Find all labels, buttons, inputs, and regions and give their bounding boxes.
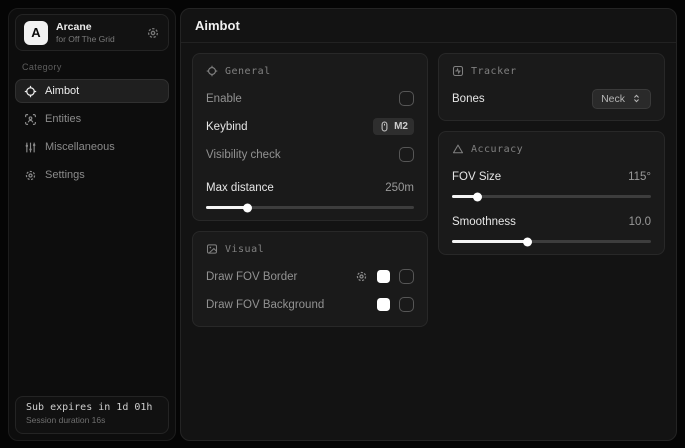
keybind-label: Keybind: [206, 121, 248, 133]
fov-background-color-swatch[interactable]: [377, 298, 390, 311]
scan-person-icon: [24, 113, 37, 126]
keybind-button[interactable]: M2: [373, 118, 414, 135]
general-card: General Enable Keybind M2: [192, 53, 428, 221]
card-title: Tracker: [471, 66, 517, 77]
sidebar-item-label: Entities: [45, 113, 81, 125]
visibility-check-label: Visibility check: [206, 149, 281, 161]
app-name: Arcane: [56, 21, 138, 34]
fov-background-label: Draw FOV Background: [206, 299, 324, 311]
main-panel: Aimbot General Enable Ke: [180, 8, 677, 441]
image-icon: [206, 243, 218, 255]
bones-value: Neck: [601, 93, 625, 105]
tracker-card: Tracker Bones Neck: [438, 53, 665, 121]
visual-card: Visual Draw FOV Border: [192, 231, 428, 327]
app-subtitle: for Off The Grid: [56, 34, 138, 45]
mouse-icon: [379, 121, 390, 132]
sidebar-item-entities[interactable]: Entities: [15, 107, 169, 131]
bones-select[interactable]: Neck: [592, 89, 651, 109]
app-logo: A: [24, 21, 48, 45]
fov-border-checkbox[interactable]: [399, 269, 414, 284]
fov-size-value: 115°: [628, 171, 651, 183]
max-distance-slider[interactable]: [206, 206, 414, 209]
category-label: Category: [22, 62, 175, 72]
chevrons-up-down-icon: [631, 93, 642, 104]
sliders-icon: [24, 141, 37, 154]
sidebar-item-label: Aimbot: [45, 85, 79, 97]
subscription-card: Sub expires in 1d 01h Session duration 1…: [15, 396, 169, 434]
triangle-icon: [452, 143, 464, 155]
sidebar-item-aimbot[interactable]: Aimbot: [15, 79, 169, 103]
fov-border-label: Draw FOV Border: [206, 271, 297, 283]
crosshair-icon: [24, 85, 37, 98]
bones-label: Bones: [452, 93, 485, 105]
brand-card: A Arcane for Off The Grid: [15, 14, 169, 51]
max-distance-value: 250m: [385, 182, 414, 194]
visibility-check-checkbox[interactable]: [399, 147, 414, 162]
card-title: Visual: [225, 244, 264, 255]
slider-thumb[interactable]: [523, 237, 532, 246]
activity-icon: [452, 65, 464, 77]
sub-expires-text: Sub expires in 1d 01h: [26, 402, 158, 413]
smoothness-label: Smoothness: [452, 216, 516, 228]
page-title: Aimbot: [195, 18, 240, 33]
smoothness-slider[interactable]: [452, 240, 651, 243]
gear-icon: [24, 169, 37, 182]
slider-thumb[interactable]: [243, 203, 252, 212]
crosshair-icon: [206, 65, 218, 77]
keybind-value: M2: [394, 121, 408, 132]
fov-border-color-swatch[interactable]: [377, 270, 390, 283]
fov-size-slider[interactable]: [452, 195, 651, 198]
session-duration-text: Session duration 16s: [26, 415, 158, 425]
sidebar: A Arcane for Off The Grid Category Aimbo…: [8, 8, 176, 441]
max-distance-label: Max distance: [206, 182, 274, 194]
card-title: Accuracy: [471, 144, 523, 155]
sidebar-item-settings[interactable]: Settings: [15, 163, 169, 187]
smoothness-value: 10.0: [629, 216, 651, 228]
fov-background-checkbox[interactable]: [399, 297, 414, 312]
sidebar-item-label: Settings: [45, 169, 85, 181]
enable-label: Enable: [206, 93, 242, 105]
slider-thumb[interactable]: [473, 192, 482, 201]
accuracy-card: Accuracy FOV Size 115° Smoothness 10.0: [438, 131, 665, 255]
gear-icon[interactable]: [355, 270, 368, 283]
sidebar-item-label: Miscellaneous: [45, 141, 115, 153]
sidebar-item-miscellaneous[interactable]: Miscellaneous: [15, 135, 169, 159]
fov-size-label: FOV Size: [452, 171, 501, 183]
enable-checkbox[interactable]: [399, 91, 414, 106]
card-title: General: [225, 66, 271, 77]
gear-icon[interactable]: [146, 26, 160, 40]
